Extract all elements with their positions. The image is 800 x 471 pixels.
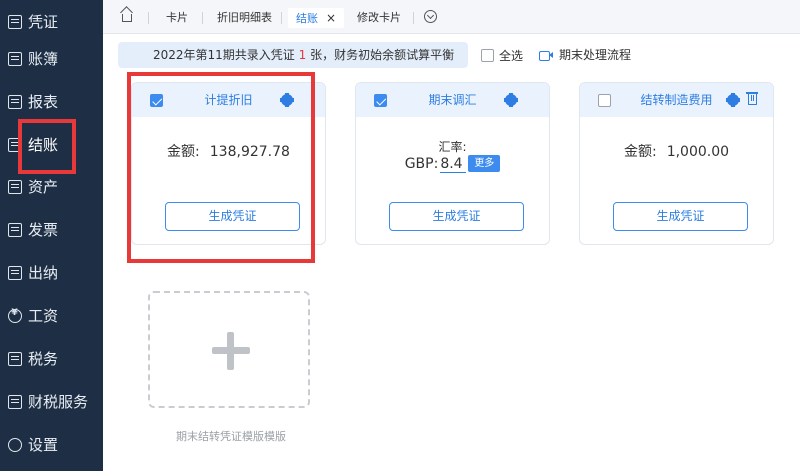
gear-icon[interactable] xyxy=(504,93,518,107)
generate-voucher-button[interactable]: 生成凭证 xyxy=(613,202,748,231)
card-amount: 金额: 1,000.00 xyxy=(580,141,773,161)
sidebar-item-invoice[interactable]: 发票 xyxy=(0,208,103,251)
plus-icon xyxy=(212,332,250,370)
sidebar-highlight-box xyxy=(18,119,76,174)
sidebar-item-payroll[interactable]: ¥ 工资 xyxy=(0,294,103,337)
add-template-button[interactable] xyxy=(148,291,310,408)
card-header: 期末调汇 xyxy=(356,83,549,117)
sidebar-item-label: 设置 xyxy=(28,436,59,454)
report-icon xyxy=(8,94,22,109)
flow-link-label: 期末处理流程 xyxy=(559,48,632,62)
sidebar-item-label: 财税服务 xyxy=(28,393,89,411)
banner-prefix: 2022年第11期共录入凭证 xyxy=(153,48,299,62)
sidebar-item-label: 凭证 xyxy=(28,13,59,31)
sidebar-item-label: 税务 xyxy=(28,350,59,368)
gear-icon[interactable] xyxy=(726,93,740,107)
document-icon xyxy=(8,14,22,29)
rate-row: GBP: 8.4 更多 xyxy=(356,155,549,173)
close-icon[interactable]: × xyxy=(326,8,336,28)
tab-checkout[interactable]: 结账 × xyxy=(288,8,345,28)
amount-value: 1,000.00 xyxy=(666,144,730,160)
period-info-banner: 2022年第11期共录入凭证 1 张，财务初始余额试算平衡 xyxy=(118,42,468,68)
currency-label: GBP: xyxy=(404,156,439,172)
banner-suffix: 张，财务初始余额试算平衡 xyxy=(306,48,455,62)
book-icon xyxy=(8,51,22,66)
sidebar-item-reports[interactable]: 报表 xyxy=(0,80,103,123)
yen-icon: ¥ xyxy=(8,308,22,323)
card-title: 期末调汇 xyxy=(428,93,477,107)
card-title: 结转制造费用 xyxy=(640,93,713,107)
chevron-down-icon[interactable] xyxy=(424,10,437,23)
sidebar-item-tax[interactable]: 税务 xyxy=(0,337,103,380)
tab-bar: 卡片 折旧明细表 结账 × 修改卡片 xyxy=(103,0,800,34)
sidebar-item-label: 出纳 xyxy=(28,264,59,282)
sidebar-item-ledger[interactable]: 账簿 xyxy=(0,37,103,80)
tab-home[interactable] xyxy=(120,8,136,28)
checkbox[interactable] xyxy=(481,49,494,62)
manufacturing-cost-card: 结转制造费用 金额: 1,000.00 生成凭证 xyxy=(579,82,774,245)
trash-icon[interactable] xyxy=(746,92,758,105)
generate-voucher-button[interactable]: 生成凭证 xyxy=(389,202,524,231)
sidebar-item-label: 报表 xyxy=(28,93,59,111)
select-all-label: 全选 xyxy=(499,49,524,63)
sidebar-item-label: 发票 xyxy=(28,221,59,239)
tab-label: 结账 xyxy=(296,12,318,25)
amount-label: 金额: xyxy=(623,144,657,160)
card-header: 结转制造费用 xyxy=(580,83,773,117)
exchange-adjust-card: 期末调汇 汇率: GBP: 8.4 更多 生成凭证 xyxy=(355,82,550,245)
period-end-flow-link[interactable]: 期末处理流程 xyxy=(539,46,631,63)
add-template-label: 期末结转凭证模版模版 xyxy=(176,430,286,443)
select-all-checkbox[interactable]: 全选 xyxy=(481,47,523,64)
tab-divider xyxy=(413,12,414,24)
sidebar-item-label: 账簿 xyxy=(28,50,59,68)
settings-icon xyxy=(8,437,22,452)
more-button[interactable]: 更多 xyxy=(468,155,501,172)
sidebar-item-label: 工资 xyxy=(28,307,59,325)
tab-edit-card[interactable]: 修改卡片 xyxy=(357,8,401,28)
sidebar-item-label: 资产 xyxy=(28,178,59,196)
service-icon xyxy=(8,394,22,409)
tab-divider xyxy=(202,12,203,24)
tax-icon xyxy=(8,351,22,366)
sidebar-item-tax-service[interactable]: 财税服务 xyxy=(0,380,103,423)
video-icon xyxy=(539,50,553,61)
asset-icon xyxy=(8,179,22,194)
tab-divider xyxy=(148,12,149,24)
tab-divider xyxy=(281,12,282,24)
rate-label: 汇率: xyxy=(438,140,467,154)
sidebar: 凭证 账簿 报表 结账 资产 发票 出纳 ¥ 工资 税务 财税服务 设置 xyxy=(0,0,103,471)
tab-depreciation-detail[interactable]: 折旧明细表 xyxy=(217,8,272,28)
gear-icon[interactable] xyxy=(280,93,294,107)
home-icon xyxy=(122,14,132,22)
invoice-icon xyxy=(8,222,22,237)
rate-input[interactable]: 8.4 xyxy=(440,156,467,173)
cashier-icon xyxy=(8,265,22,280)
sidebar-item-settings[interactable]: 设置 xyxy=(0,423,103,466)
tab-card[interactable]: 卡片 xyxy=(166,8,188,28)
sidebar-item-cashier[interactable]: 出纳 xyxy=(0,251,103,294)
